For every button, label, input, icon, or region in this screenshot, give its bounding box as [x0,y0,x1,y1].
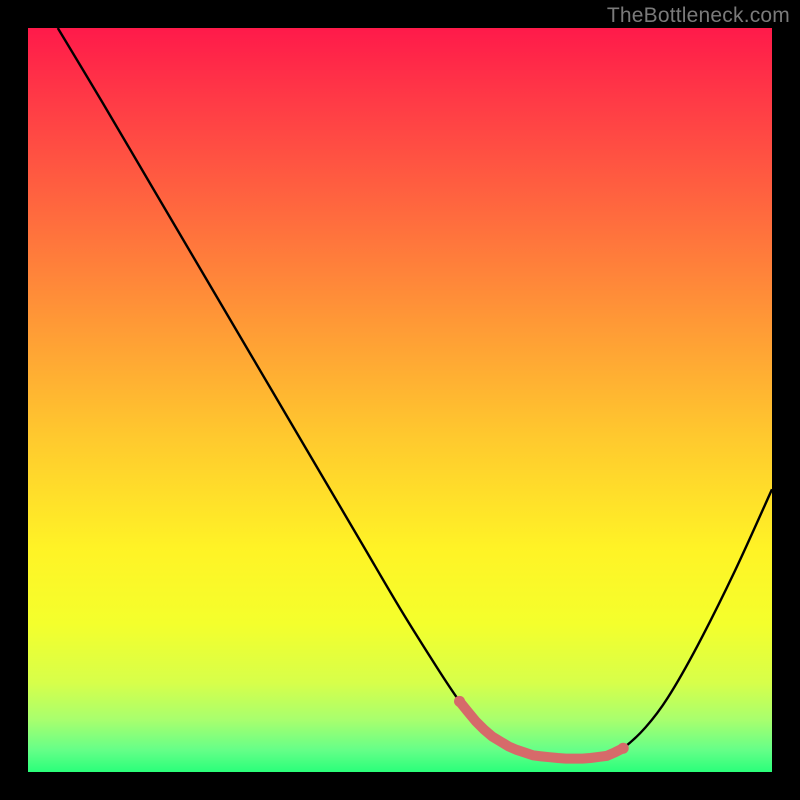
optimal-range-right-dot [618,743,629,754]
optimal-range-marker [460,701,624,758]
plot-area [28,28,772,772]
curve-layer [28,28,772,772]
optimal-range-left-dot [454,696,465,707]
bottleneck-curve [58,28,772,759]
watermark-text: TheBottleneck.com [607,4,790,28]
